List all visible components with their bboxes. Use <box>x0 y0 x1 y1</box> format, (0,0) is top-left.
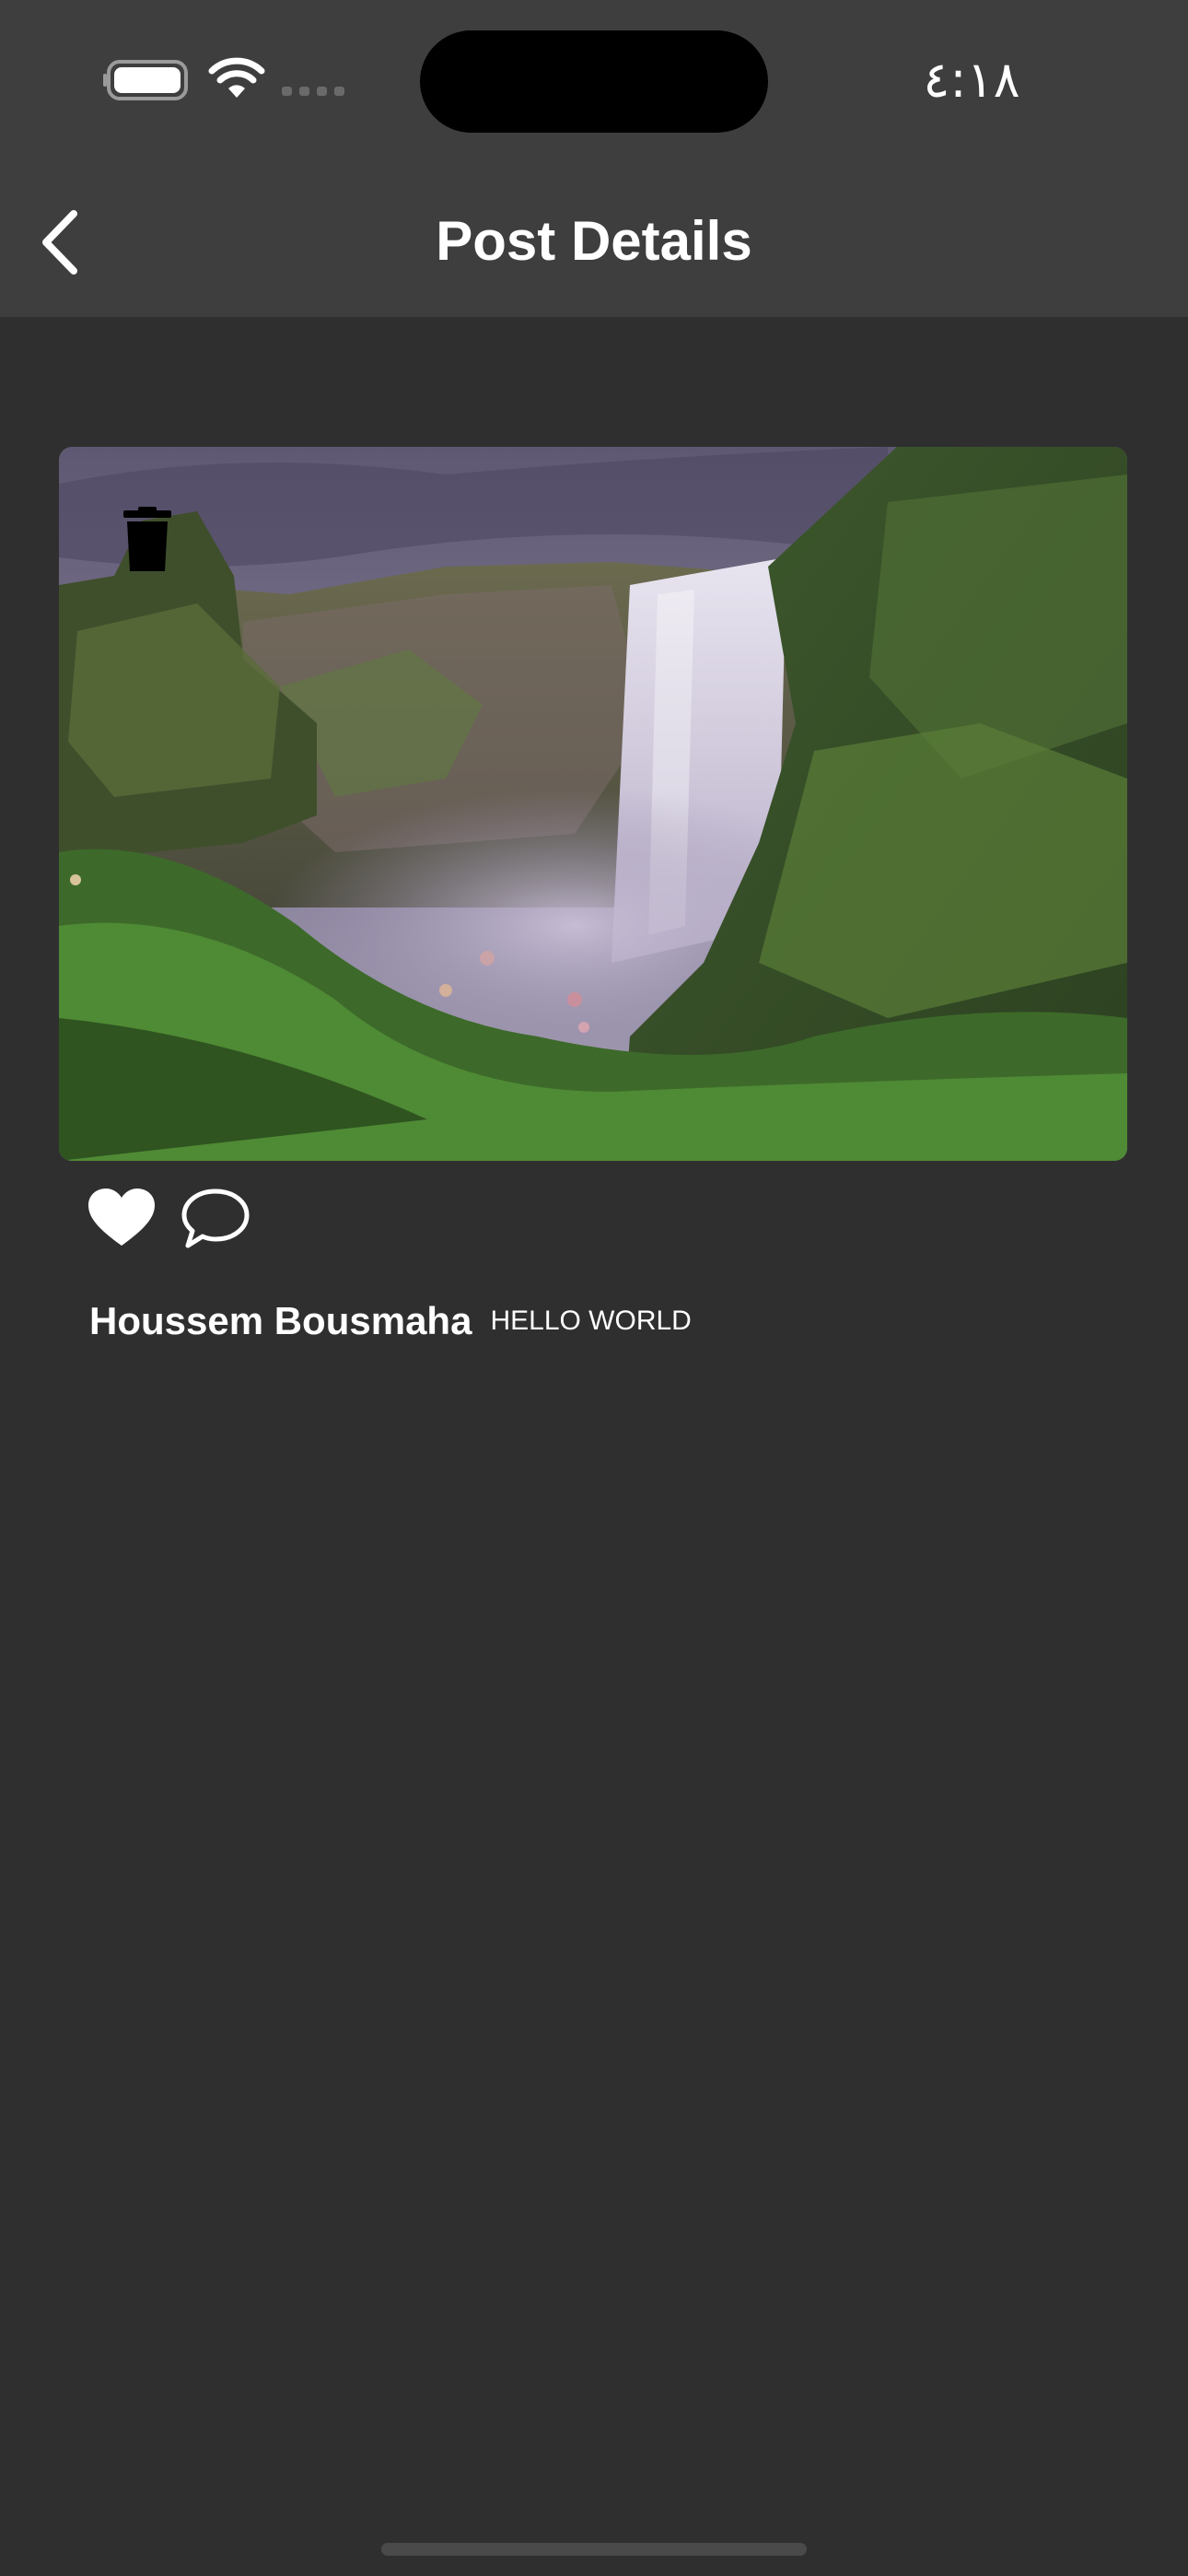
heart-icon <box>88 1188 155 1246</box>
like-button[interactable] <box>87 1187 157 1249</box>
status-bar: ٤:١٨ <box>0 0 1188 157</box>
post-text: HELLO WORLD <box>490 1306 692 1336</box>
page-title: Post Details <box>436 210 752 272</box>
speech-bubble-icon <box>181 1188 250 1248</box>
post-image <box>59 447 1127 1161</box>
dynamic-island <box>420 30 768 133</box>
status-time: ٤:١٨ <box>923 51 1020 109</box>
chevron-left-icon <box>42 210 77 275</box>
wifi-icon <box>208 57 265 98</box>
battery-icon <box>103 60 188 100</box>
navigation-bar: Post Details <box>0 166 1188 317</box>
post-caption: Houssem Bousmaha HELLO WORLD <box>89 1299 1102 1354</box>
home-indicator[interactable] <box>381 2543 807 2556</box>
comment-button[interactable] <box>181 1187 250 1251</box>
post-details-screen: ٤:١٨ Post Details Houssem Bousmaha HELLO… <box>0 0 1188 2576</box>
post-actions <box>87 1185 308 1259</box>
trash-icon <box>123 507 171 571</box>
delete-post-button[interactable] <box>120 507 175 573</box>
back-button[interactable] <box>28 203 94 282</box>
post-author[interactable]: Houssem Bousmaha <box>89 1299 472 1342</box>
cellular-signal-icon <box>282 87 344 96</box>
